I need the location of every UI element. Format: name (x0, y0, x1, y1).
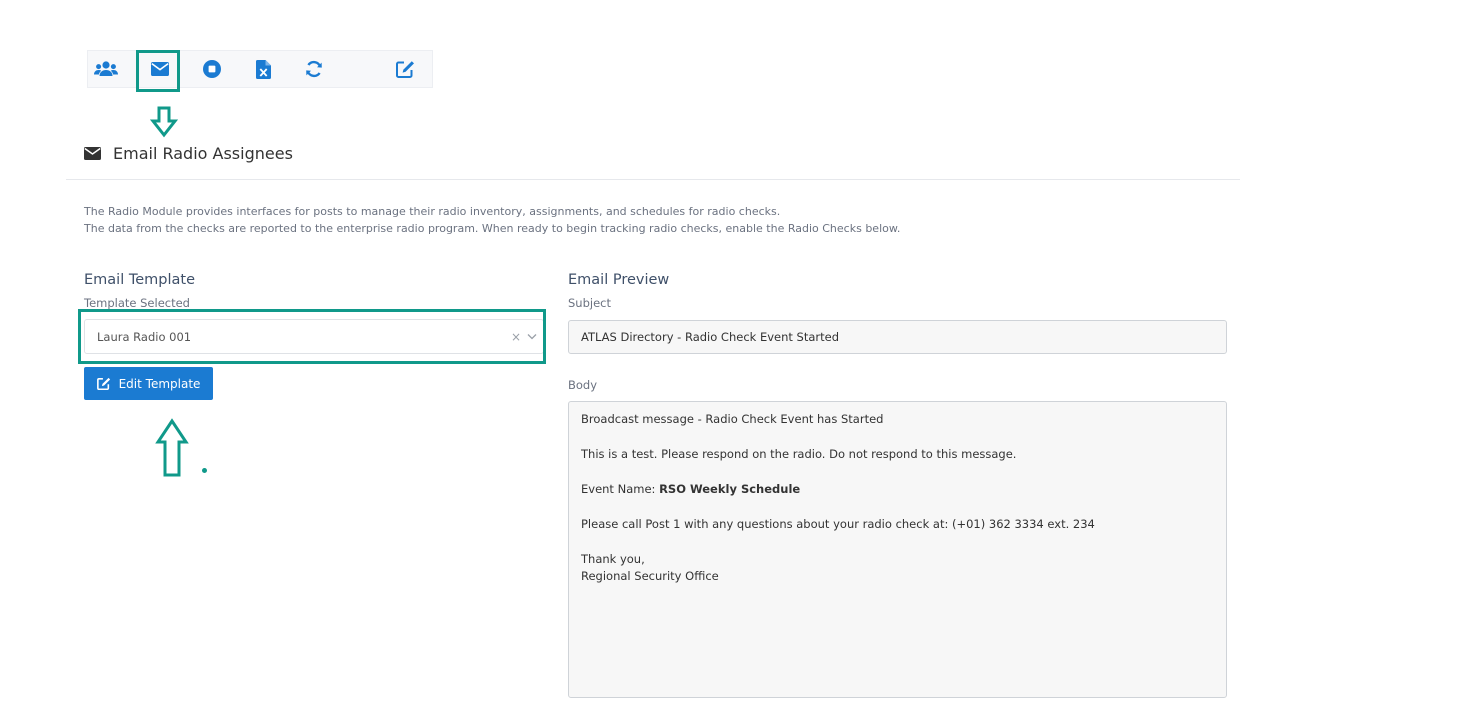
email-preview-heading: Email Preview (568, 272, 670, 288)
stop-circle-icon (203, 60, 221, 78)
body-line-contact: Please call Post 1 with any questions ab… (581, 517, 1095, 531)
users-icon (94, 61, 118, 76)
template-select-value: Laura Radio 001 (97, 329, 192, 344)
clear-icon[interactable]: × (511, 330, 521, 344)
intro-text: The Radio Module provides interfaces for… (84, 203, 900, 237)
toolbar (87, 50, 433, 88)
body-line-broadcast: Broadcast message - Radio Check Event ha… (581, 412, 884, 426)
subject-field[interactable]: ATLAS Directory - Radio Check Event Star… (568, 320, 1227, 354)
intro-line-1: The Radio Module provides interfaces for… (84, 205, 781, 218)
edit-button[interactable] (385, 51, 425, 87)
template-select[interactable]: Laura Radio 001 × (84, 319, 544, 354)
body-label: Body (568, 378, 598, 392)
chevron-down-icon[interactable] (527, 333, 537, 340)
up-arrow-annotation (155, 418, 189, 477)
envelope-icon (151, 62, 169, 76)
body-field[interactable]: Broadcast message - Radio Check Event ha… (568, 401, 1227, 698)
section-divider (66, 179, 1240, 180)
template-selected-label: Template Selected (84, 296, 190, 310)
envelope-icon (84, 146, 101, 160)
annotation-dot (202, 468, 207, 473)
edit-icon (96, 377, 110, 390)
stop-button[interactable] (192, 51, 232, 87)
email-template-heading: Email Template (84, 272, 196, 288)
intro-line-2: The data from the checks are reported to… (84, 222, 901, 235)
section-header: Email Radio Assignees (84, 142, 293, 164)
subject-label: Subject (568, 296, 611, 310)
body-signoff-1: Thank you, (581, 552, 645, 566)
page-title: Email Radio Assignees (113, 143, 293, 163)
body-signoff-2: Regional Security Office (581, 569, 719, 583)
export-excel-button[interactable] (243, 51, 283, 87)
refresh-icon (306, 60, 322, 78)
users-button[interactable] (86, 51, 126, 87)
edit-icon (395, 61, 414, 78)
excel-file-icon (255, 59, 271, 79)
event-name-prefix: Event Name: (581, 482, 660, 496)
edit-template-button[interactable]: Edit Template (84, 367, 213, 400)
event-name-value: RSO Weekly Schedule (659, 482, 801, 496)
refresh-button[interactable] (294, 51, 334, 87)
edit-template-label: Edit Template (118, 376, 201, 391)
body-line-event: Event Name: RSO Weekly Schedule (581, 481, 1214, 498)
down-arrow-annotation (150, 106, 178, 138)
body-line-test: This is a test. Please respond on the ra… (581, 447, 1017, 461)
subject-value: ATLAS Directory - Radio Check Event Star… (581, 330, 840, 344)
email-button[interactable] (140, 51, 180, 87)
